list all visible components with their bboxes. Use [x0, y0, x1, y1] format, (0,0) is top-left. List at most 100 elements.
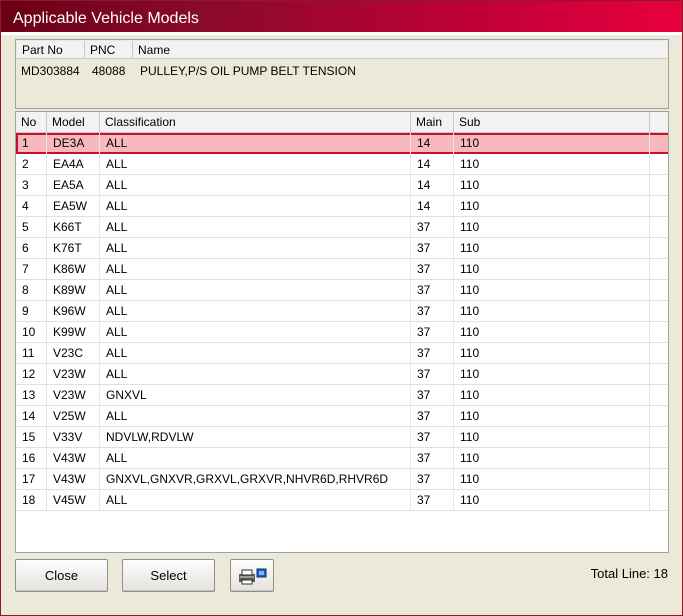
part-info-panel: Part No PNC Name MD303884 48088 PULLEY,P…	[15, 39, 669, 109]
row-classification: ALL	[100, 448, 411, 469]
table-row[interactable]: 3 EA5A ALL 14 110	[16, 175, 668, 196]
row-main: 37	[411, 343, 454, 364]
row-classification: ALL	[100, 301, 411, 322]
row-main: 14	[411, 154, 454, 175]
row-no: 3	[16, 175, 47, 196]
grid-header: No Model Classification Main Sub	[16, 112, 668, 133]
row-no: 4	[16, 196, 47, 217]
row-sub: 110	[454, 196, 650, 217]
row-classification: ALL	[100, 364, 411, 385]
print-button[interactable]	[230, 559, 274, 592]
row-sub: 110	[454, 490, 650, 511]
row-model: V33V	[47, 427, 100, 448]
vehicle-models-grid[interactable]: No Model Classification Main Sub 1 DE3A AL…	[15, 111, 669, 553]
grid-rows: 1 DE3A ALL 14 110 2 EA4A ALL 14 110 3 EA5A ALL 14 110 4…	[16, 133, 668, 511]
sub-column-header[interactable]: Sub	[454, 112, 650, 133]
table-row[interactable]: 16 V43W ALL 37 110	[16, 448, 668, 469]
row-no: 9	[16, 301, 47, 322]
pnc-header[interactable]: PNC	[85, 41, 133, 59]
row-main: 37	[411, 238, 454, 259]
row-model: K66T	[47, 217, 100, 238]
row-classification: NDVLW,RDVLW	[100, 427, 411, 448]
part-no-value: MD303884	[21, 64, 80, 78]
table-row[interactable]: 7 K86W ALL 37 110	[16, 259, 668, 280]
table-row[interactable]: 5 K66T ALL 37 110	[16, 217, 668, 238]
row-main: 37	[411, 406, 454, 427]
row-main: 14	[411, 133, 454, 154]
table-row[interactable]: 11 V23C ALL 37 110	[16, 343, 668, 364]
row-classification: ALL	[100, 343, 411, 364]
row-main: 37	[411, 385, 454, 406]
table-row[interactable]: 17 V43W GNXVL,GNXVR,GRXVL,GRXVR,NHVR6D,RHV…	[16, 469, 668, 490]
row-model: K86W	[47, 259, 100, 280]
row-main: 37	[411, 469, 454, 490]
select-button[interactable]: Select	[122, 559, 215, 592]
row-model: V43W	[47, 448, 100, 469]
no-column-header[interactable]: No	[16, 112, 47, 133]
table-row[interactable]: 10 K99W ALL 37 110	[16, 322, 668, 343]
table-row[interactable]: 12 V23W ALL 37 110	[16, 364, 668, 385]
table-row[interactable]: 15 V33V NDVLW,RDVLW 37 110	[16, 427, 668, 448]
table-row[interactable]: 2 EA4A ALL 14 110	[16, 154, 668, 175]
table-row[interactable]: 18 V45W ALL 37 110	[16, 490, 668, 511]
row-main: 37	[411, 448, 454, 469]
row-classification: ALL	[100, 175, 411, 196]
table-row[interactable]: 9 K96W ALL 37 110	[16, 301, 668, 322]
row-model: V25W	[47, 406, 100, 427]
row-no: 8	[16, 280, 47, 301]
title-bar[interactable]: Applicable Vehicle Models	[1, 1, 682, 35]
table-row[interactable]: 6 K76T ALL 37 110	[16, 238, 668, 259]
row-model: V43W	[47, 469, 100, 490]
row-sub: 110	[454, 238, 650, 259]
row-no: 13	[16, 385, 47, 406]
row-model: EA5W	[47, 196, 100, 217]
row-model: V23C	[47, 343, 100, 364]
row-sub: 110	[454, 280, 650, 301]
row-main: 37	[411, 490, 454, 511]
close-button[interactable]: Close	[15, 559, 108, 592]
row-no: 16	[16, 448, 47, 469]
row-sub: 110	[454, 448, 650, 469]
row-main: 14	[411, 196, 454, 217]
row-no: 6	[16, 238, 47, 259]
classification-column-header[interactable]: Classification	[100, 112, 411, 133]
row-no: 2	[16, 154, 47, 175]
row-main: 37	[411, 427, 454, 448]
row-model: V45W	[47, 490, 100, 511]
window-client-area: Part No PNC Name MD303884 48088 PULLEY,P…	[7, 35, 676, 611]
row-classification: ALL	[100, 280, 411, 301]
row-sub: 110	[454, 259, 650, 280]
part-no-header[interactable]: Part No	[17, 41, 85, 59]
table-row[interactable]: 8 K89W ALL 37 110	[16, 280, 668, 301]
part-info-header: Part No PNC Name	[17, 41, 667, 59]
row-main: 37	[411, 217, 454, 238]
row-no: 14	[16, 406, 47, 427]
row-model: EA4A	[47, 154, 100, 175]
row-main: 37	[411, 259, 454, 280]
row-no: 5	[16, 217, 47, 238]
row-sub: 110	[454, 385, 650, 406]
applicable-vehicle-models-window: Applicable Vehicle Models Part No PNC Na…	[0, 0, 683, 616]
row-no: 17	[16, 469, 47, 490]
row-sub: 110	[454, 469, 650, 490]
pnc-value: 48088	[92, 64, 126, 78]
table-row[interactable]: 4 EA5W ALL 14 110	[16, 196, 668, 217]
main-column-header[interactable]: Main	[411, 112, 454, 133]
row-main: 37	[411, 280, 454, 301]
row-no: 1	[16, 133, 47, 154]
row-sub: 110	[454, 301, 650, 322]
row-no: 7	[16, 259, 47, 280]
table-row[interactable]: 13 V23W GNXVL 37 110	[16, 385, 668, 406]
window-title: Applicable Vehicle Models	[13, 10, 199, 27]
row-no: 18	[16, 490, 47, 511]
total-line-label: Total Line: 18	[590, 566, 668, 581]
name-header[interactable]: Name	[133, 41, 667, 59]
row-main: 37	[411, 322, 454, 343]
table-row[interactable]: 14 V25W ALL 37 110	[16, 406, 668, 427]
model-column-header[interactable]: Model	[47, 112, 100, 133]
row-classification: GNXVL,GNXVR,GRXVL,GRXVR,NHVR6D,RHVR6D	[100, 469, 411, 490]
row-classification: ALL	[100, 154, 411, 175]
row-classification: ALL	[100, 196, 411, 217]
row-sub: 110	[454, 322, 650, 343]
table-row-selected[interactable]: 1 DE3A ALL 14 110	[16, 133, 668, 154]
